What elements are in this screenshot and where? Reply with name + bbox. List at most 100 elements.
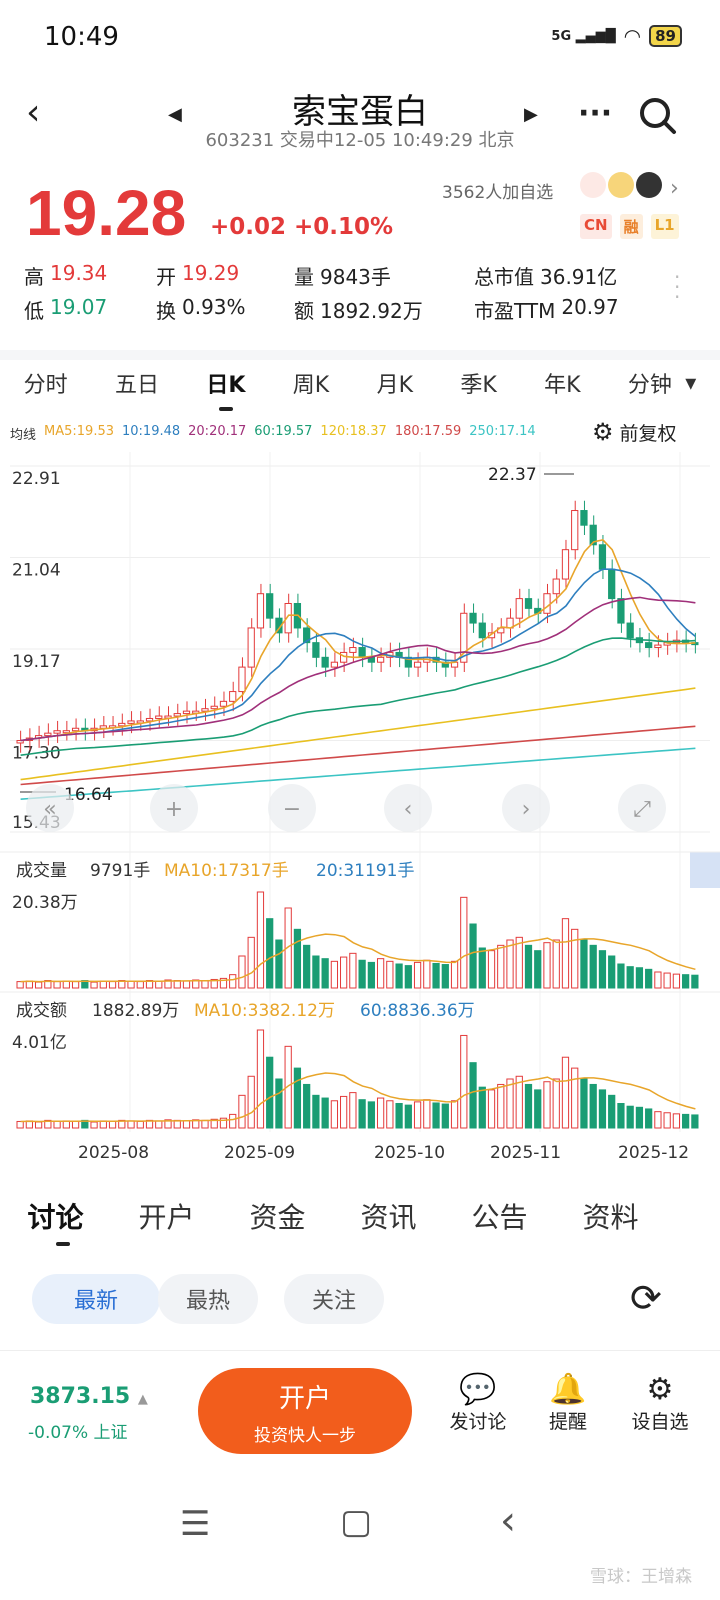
stat-item: 开 19.29: [156, 261, 294, 290]
volume-bar: [598, 950, 607, 989]
dropdown-arrow-icon[interactable]: ▾: [685, 371, 696, 396]
cta-main-label: 开户: [278, 1384, 331, 1414]
follower-avatars[interactable]: [580, 172, 662, 198]
expand-stats-icon[interactable]: · · ·: [674, 267, 680, 307]
volume-bar: [450, 960, 459, 989]
alert-button[interactable]: 🔔 提醒: [528, 1372, 608, 1434]
volume-bar: [552, 939, 560, 989]
status-bar: 10:49 5G ▂▄▆█ ◠ 89: [0, 0, 720, 76]
stat-value: 9843手: [320, 264, 391, 289]
tab-period[interactable]: 年K: [544, 367, 580, 399]
volume-bar: [136, 981, 144, 989]
period-tabs: 分时 五日 日K 周K 月K 季K 年K 分钟 ▾: [0, 350, 720, 411]
refresh-icon[interactable]: ⟳: [630, 1276, 662, 1320]
stat-item: 低 19.07: [24, 295, 156, 324]
content-tab[interactable]: 公告: [444, 1196, 555, 1236]
volume-bar: [229, 974, 237, 989]
open-account-button[interactable]: 开户 投资快人一步: [198, 1368, 412, 1454]
stat-item: 总市值 36.91亿: [474, 261, 674, 290]
candle-body: [617, 598, 625, 624]
volume-bar: [561, 918, 570, 989]
candle-body: [358, 647, 366, 658]
stat-value: 19.34: [50, 260, 108, 285]
content-tab[interactable]: 讨论: [0, 1196, 111, 1236]
menu-icon[interactable]: ☰: [180, 1504, 210, 1544]
market-badges: CN 融 L1: [580, 214, 679, 239]
amount-bar: [432, 1102, 440, 1129]
volume-bar: [423, 959, 431, 989]
kline-chart[interactable]: 22.9121.0419.1717.3015.4322.3716.64«+−‹›…: [0, 452, 720, 1167]
content-tab[interactable]: 资料: [555, 1196, 666, 1236]
volume-bar: [266, 918, 274, 989]
candle-body: [145, 717, 154, 722]
amount-bar: [358, 1099, 366, 1129]
volume-bar: [663, 972, 671, 989]
amount-bar: [312, 1094, 320, 1129]
candle-body: [330, 661, 339, 668]
amount-bar: [626, 1105, 634, 1129]
content-tab[interactable]: 资讯: [333, 1196, 444, 1236]
candle-body: [118, 722, 126, 727]
stat-value: 19.07: [50, 294, 108, 319]
tab-period[interactable]: 分钟: [628, 367, 672, 399]
x-axis-label: 2025-09: [224, 1143, 295, 1163]
volume-bar: [358, 959, 366, 989]
amount-bar: [53, 1120, 61, 1129]
volume-bar: [543, 942, 551, 989]
volume-bar: [247, 936, 255, 989]
home-icon[interactable]: ▢: [340, 1502, 372, 1542]
tab-period[interactable]: 周K: [293, 367, 329, 399]
badge-cn: CN: [580, 214, 612, 239]
stat-item: 量 9843手: [294, 261, 474, 290]
amount-bar: [515, 1075, 523, 1129]
volume-current: 9791手: [90, 861, 150, 881]
chevron-right-icon[interactable]: ›: [670, 176, 679, 201]
index-change[interactable]: -0.07% 上证: [28, 1418, 128, 1443]
amount-bar: [340, 1095, 348, 1129]
amount-bar: [552, 1078, 560, 1129]
battery-icon: 89: [649, 25, 682, 47]
more-icon[interactable]: ···: [578, 96, 612, 131]
price-change: +0.02 +0.10%: [210, 214, 394, 240]
filter-follow[interactable]: 关注: [284, 1274, 384, 1324]
filter-latest[interactable]: 最新: [32, 1274, 160, 1324]
price-tick-label: 21.04: [12, 561, 61, 581]
candle-body: [127, 720, 135, 724]
tab-period[interactable]: 月K: [377, 367, 413, 399]
volume-bar: [256, 891, 265, 989]
watchlist-button[interactable]: ⚙ 设自选: [620, 1372, 700, 1434]
chart-control-icon: −: [283, 797, 301, 822]
volume-bar: [386, 960, 394, 989]
ma-legend-item: 20:20.17: [188, 424, 247, 439]
post-discussion-button[interactable]: 💬 发讨论: [438, 1372, 518, 1434]
chart-control-icon: ›: [522, 797, 531, 822]
filter-hot[interactable]: 最热: [158, 1274, 258, 1324]
index-value[interactable]: 3873.15 ▲: [30, 1384, 148, 1409]
amount-bar: [404, 1104, 412, 1129]
tab-period[interactable]: 日K: [206, 367, 245, 411]
followers-count[interactable]: 3562人加自选: [442, 178, 553, 203]
amount-bar: [229, 1113, 237, 1129]
amount-bar: [321, 1097, 329, 1129]
amount-bar: [543, 1081, 551, 1129]
tab-period[interactable]: 五日: [115, 367, 159, 399]
volume-ma10: MA10:17317手: [164, 861, 289, 881]
back-nav-icon[interactable]: ‹: [500, 1498, 516, 1544]
volume-bar: [487, 950, 496, 989]
search-icon[interactable]: [636, 94, 680, 138]
post-discussion-label: 发讨论: [449, 1411, 507, 1433]
amount-bar: [367, 1101, 375, 1129]
stat-label: 开: [156, 264, 176, 289]
adjust-toggle[interactable]: ⚙ 前复权: [592, 418, 677, 446]
amount-bar: [487, 1089, 496, 1129]
candle-body: [71, 727, 80, 732]
content-tab[interactable]: 资金: [222, 1196, 333, 1236]
next-stock-icon[interactable]: ▶: [524, 104, 538, 125]
signal-icon: 5G ▂▄▆█: [551, 28, 616, 44]
content-tab[interactable]: 开户: [111, 1196, 222, 1236]
tab-period[interactable]: 分时: [24, 367, 68, 399]
ma-legend-item: 180:17.59: [394, 424, 462, 439]
alert-label: 提醒: [548, 1411, 587, 1433]
tab-period[interactable]: 季K: [460, 367, 496, 399]
volume-bar: [413, 961, 422, 989]
